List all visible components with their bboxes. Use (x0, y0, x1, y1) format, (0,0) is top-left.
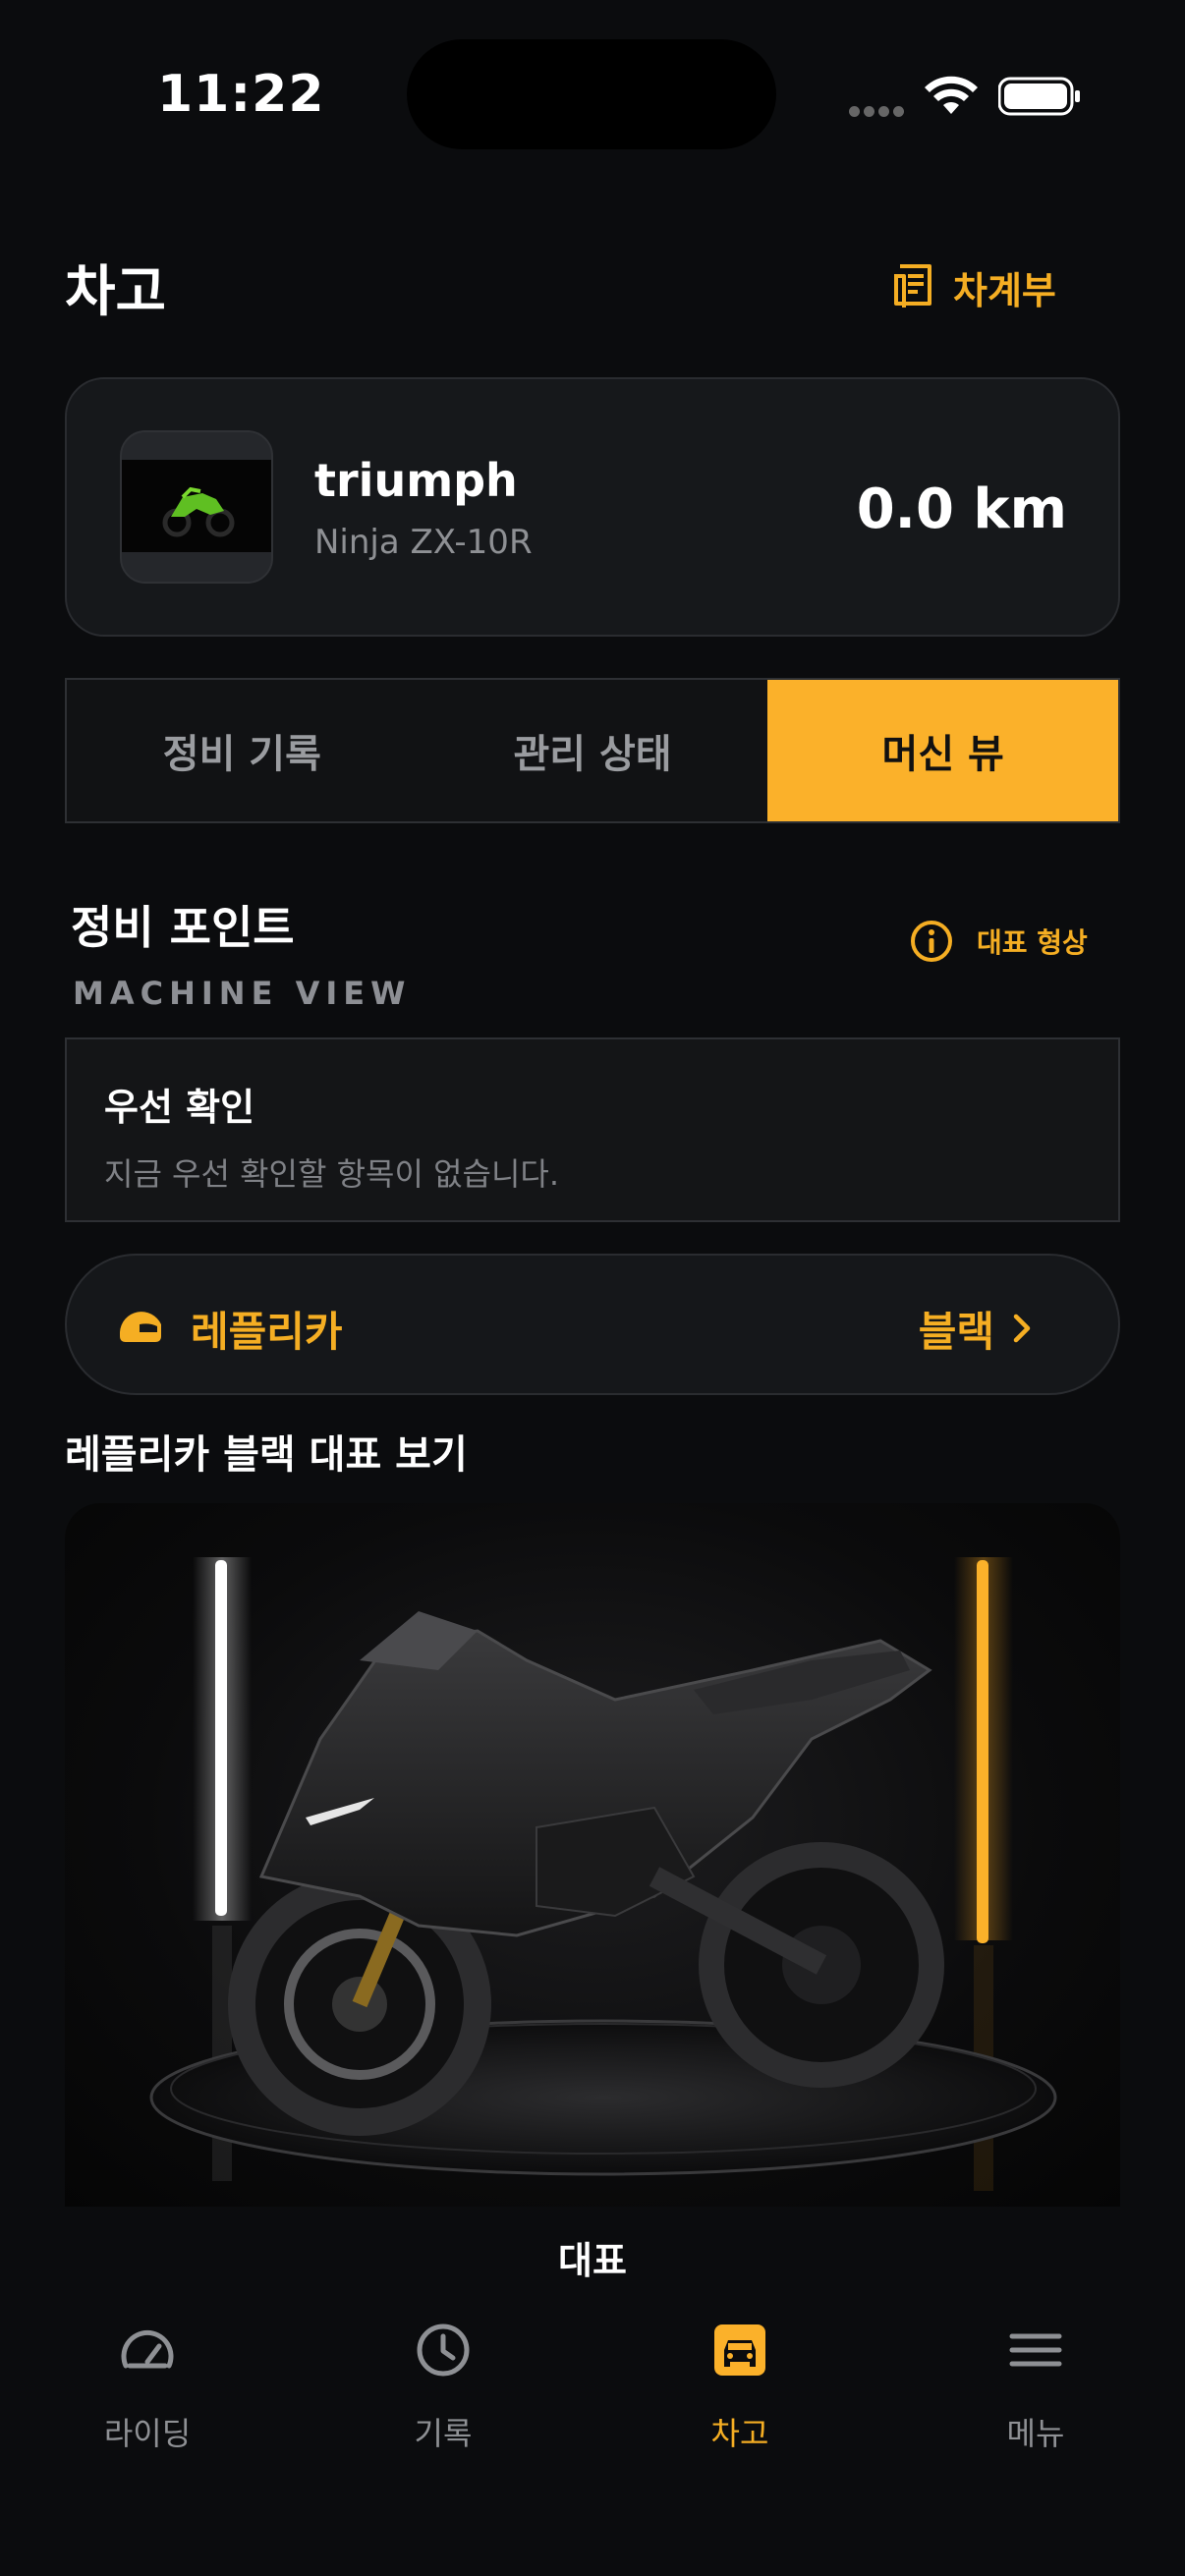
cellular-signal-icon (849, 102, 908, 117)
vehicle-thumbnail (120, 430, 273, 584)
page-title: 차고 (65, 260, 167, 324)
nav-item-menu[interactable]: 메뉴 (928, 2319, 1144, 2454)
tab-machine-view[interactable]: 머신 뷰 (767, 680, 1119, 821)
status-time: 11:22 (157, 65, 325, 124)
ledger-label: 차계부 (953, 268, 1056, 312)
priority-check-box: 우선 확인 지금 우선 확인할 항목이 없습니다. (65, 1037, 1120, 1222)
vehicle-model: Ninja ZX-10R (314, 523, 533, 562)
representative-shape-button[interactable]: 대표 형상 (910, 920, 1088, 963)
nav-label-riding: 라이딩 (103, 2415, 192, 2452)
nav-label-garage: 차고 (710, 2415, 769, 2452)
replica-value: 블랙 (918, 1308, 994, 1356)
car-icon (714, 2324, 765, 2376)
representative-shape-label: 대표 형상 (977, 926, 1088, 959)
tab-maintenance-records[interactable]: 정비 기록 (67, 680, 418, 821)
battery-icon (998, 77, 1080, 116)
receipt-icon (894, 264, 931, 308)
ledger-button[interactable]: 차계부 (890, 257, 1056, 316)
wifi-icon (925, 76, 978, 114)
section-title: 정비 포인트 (71, 901, 295, 954)
vehicle-distance: 0.0 km (856, 477, 1067, 541)
priority-title: 우선 확인 (104, 1086, 255, 1129)
replica-selector[interactable]: 레플리카 블랙 (65, 1254, 1120, 1395)
dynamic-island (407, 39, 776, 149)
nav-label-menu: 메뉴 (1006, 2415, 1065, 2452)
image-caption: 대표 (558, 2239, 627, 2282)
motorcycle-thumbnail-icon (162, 486, 235, 537)
priority-description: 지금 우선 확인할 항목이 없습니다. (104, 1155, 560, 1193)
tab-care-status[interactable]: 관리 상태 (418, 680, 768, 821)
speedometer-icon (121, 2329, 174, 2369)
vehicle-name: triumph (314, 454, 518, 507)
helmet-icon (120, 1312, 161, 1342)
menu-icon (1009, 2333, 1062, 2367)
nav-label-records: 기록 (414, 2415, 473, 2452)
info-icon (911, 921, 952, 962)
nav-item-riding[interactable]: 라이딩 (39, 2319, 255, 2454)
chevron-right-icon (1013, 1314, 1031, 1343)
vehicle-card[interactable]: triumph Ninja ZX-10R 0.0 km (65, 377, 1120, 637)
replica-heading: 레플리카 블랙 대표 보기 (65, 1432, 468, 1478)
nav-item-garage[interactable]: 차고 (632, 2319, 848, 2454)
section-subtitle: MACHINE VIEW (73, 975, 412, 1012)
clock-icon (417, 2324, 470, 2377)
motorcycle-image (65, 1503, 1120, 2207)
bottom-navigation: 라이딩 기록 차고 메뉴 (0, 2299, 1185, 2576)
segment-tabs: 정비 기록 관리 상태 머신 뷰 (65, 678, 1120, 823)
replica-label: 레플리카 (191, 1308, 343, 1356)
nav-item-records[interactable]: 기록 (335, 2319, 551, 2454)
motorcycle-illustration (149, 1557, 1057, 2191)
